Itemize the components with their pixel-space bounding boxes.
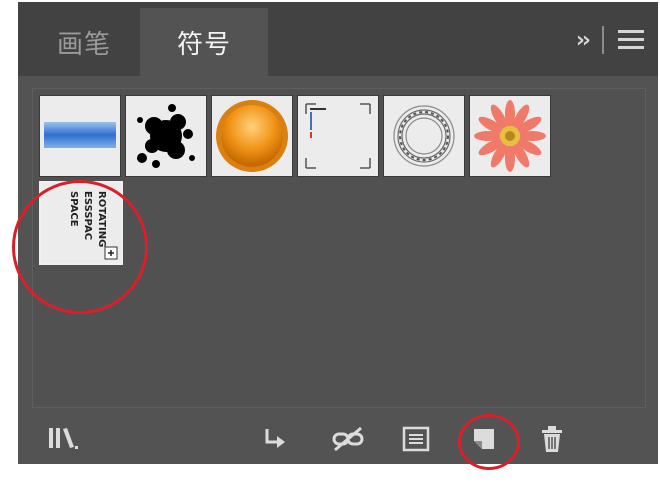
- ribbon-wreath-icon: [393, 105, 455, 167]
- tab-symbols[interactable]: 符号: [140, 8, 268, 76]
- divider: [602, 26, 604, 54]
- orange-button-icon: [216, 100, 288, 172]
- collapse-panel-icon[interactable]: ››: [576, 28, 591, 53]
- grid-corner-marks-icon: [305, 103, 371, 169]
- annotation-circle-new-symbol: [458, 414, 520, 470]
- place-symbol-instance-icon[interactable]: [256, 422, 292, 456]
- annotation-circle-selected-symbol: [12, 180, 148, 314]
- symbol-libraries-icon[interactable]: [46, 422, 82, 456]
- symbol-options-icon[interactable]: [398, 422, 434, 456]
- ink-splat-icon: [137, 104, 195, 168]
- panel-menu-icon[interactable]: [618, 30, 644, 50]
- panel-bottom-bar: [18, 414, 658, 464]
- symbol-orange-button[interactable]: [211, 95, 293, 177]
- symbol-blue-gradient-bar[interactable]: [39, 95, 121, 177]
- panel-header-tools: ››: [576, 20, 644, 60]
- symbol-ink-splat[interactable]: [125, 95, 207, 177]
- pink-flower-icon: [474, 100, 546, 172]
- symbol-ribbon-wreath[interactable]: [383, 95, 465, 177]
- symbol-pink-flower[interactable]: [469, 95, 551, 177]
- symbol-grid-corner-marks[interactable]: [297, 95, 379, 177]
- delete-symbol-icon[interactable]: [534, 422, 570, 456]
- blue-gradient-bar-icon: [44, 122, 116, 148]
- tab-brushes[interactable]: 画笔: [30, 8, 138, 76]
- tab-bar: 画笔 符号 ››: [18, 2, 658, 76]
- break-link-icon[interactable]: [330, 422, 366, 456]
